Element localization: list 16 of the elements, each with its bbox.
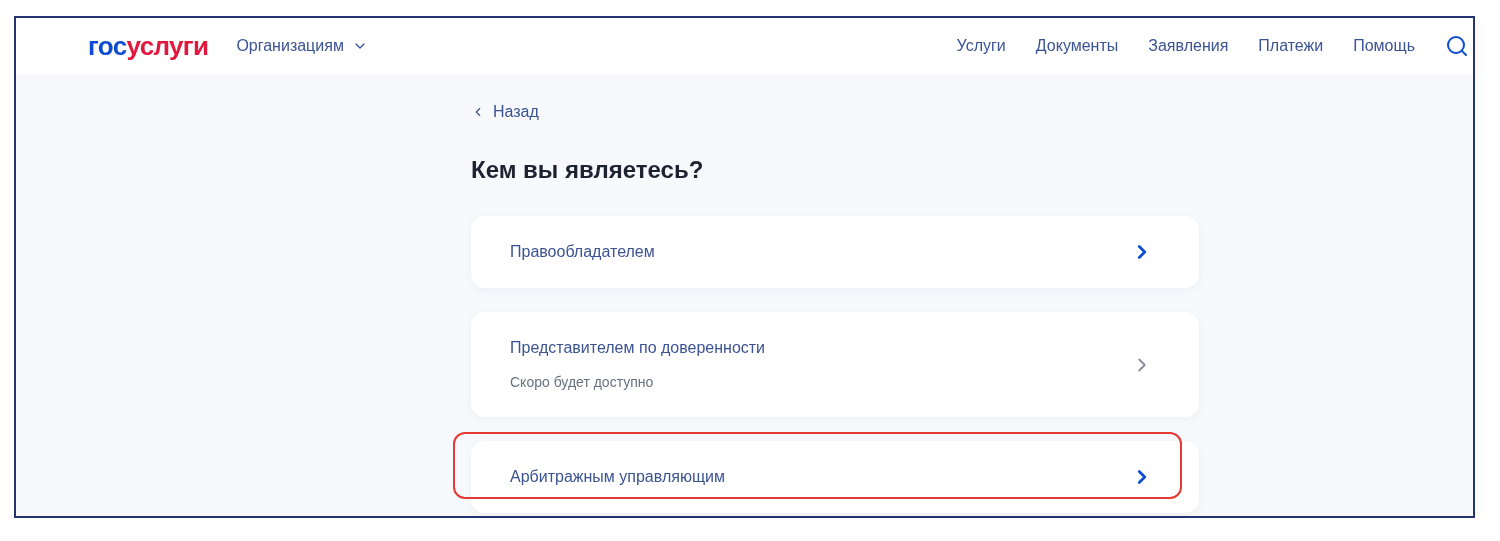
option-note: Скоро будет доступно xyxy=(510,373,655,392)
nav-link[interactable]: Заявления xyxy=(1148,34,1229,58)
back-link[interactable]: Назад xyxy=(471,100,539,124)
section-menu[interactable]: Организациям xyxy=(236,34,368,58)
option-label: Правообладателем xyxy=(510,242,655,262)
nav-link[interactable]: Платежи xyxy=(1258,34,1324,58)
logo[interactable]: госуслуги xyxy=(88,33,209,59)
search-icon[interactable] xyxy=(1445,34,1469,58)
option-label: Представителем по доверенности xyxy=(510,338,766,358)
nav-link[interactable]: Услуги xyxy=(956,34,1006,58)
option-label: Арбитражным управляющим xyxy=(510,467,725,487)
option-card[interactable]: Правообладателем xyxy=(471,216,1199,288)
nav-link[interactable]: Документы xyxy=(1035,34,1119,58)
page-title: Кем вы являетесь? xyxy=(471,155,705,185)
nav-link[interactable]: Помощь xyxy=(1353,34,1415,58)
option-card[interactable]: Арбитражным управляющим xyxy=(471,441,1199,513)
